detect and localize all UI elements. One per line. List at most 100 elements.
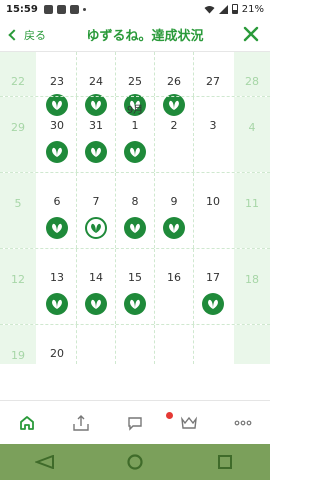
calendar-day[interactable]: 6 [38, 173, 76, 248]
calendar-day[interactable]: 23 [38, 52, 76, 116]
weekend-column-saturday: 18 [234, 249, 270, 324]
leaf-icon [130, 299, 140, 309]
sunday-date: 12 [11, 273, 25, 286]
day-number: 31 [89, 119, 103, 132]
back-triangle-icon [35, 455, 54, 469]
achievement-stamp-icon [46, 141, 68, 163]
notification-icons [43, 4, 86, 14]
weekend-column-sunday: 19 [0, 325, 36, 364]
saturday-date: 18 [245, 273, 259, 286]
weekend-column-sunday: 22 [0, 52, 36, 96]
day-number: 7 [92, 195, 100, 208]
leaf-icon [52, 147, 62, 157]
wifi-icon [204, 5, 215, 13]
month-label: 9月 [126, 105, 144, 116]
calendar-day[interactable]: 17 [193, 249, 232, 324]
weekend-column-saturday: 28 [234, 52, 270, 96]
calendar-day[interactable]: 14 [76, 249, 115, 324]
home-circle-icon [127, 454, 143, 470]
saturday-date: 28 [245, 75, 259, 88]
back-label: 戻る [24, 28, 46, 42]
day-number: 27 [206, 75, 220, 88]
weekend-column-saturday [234, 325, 270, 364]
calendar-day[interactable]: 30 [38, 97, 76, 172]
leaf-icon [130, 147, 140, 157]
recents-square-icon [218, 455, 232, 469]
calendar-day[interactable]: 16 [154, 249, 193, 324]
day-number: 9 [170, 195, 178, 208]
leaf-icon [169, 223, 179, 233]
achievement-stamp-icon [163, 217, 185, 239]
battery-icon [231, 4, 238, 14]
leaf-icon [91, 223, 101, 233]
day-number: 3 [209, 119, 217, 132]
calendar-day[interactable]: 25 [115, 52, 154, 116]
day-number: 10 [206, 195, 220, 208]
leaf-icon [130, 223, 140, 233]
calendar-day[interactable]: 13 [38, 249, 76, 324]
notification-icon [56, 4, 66, 14]
day-number: 15 [128, 271, 142, 284]
nav-upload[interactable] [54, 414, 108, 432]
battery-level: 21% [241, 3, 264, 15]
nav-ranking[interactable] [162, 414, 216, 432]
system-back-button[interactable] [35, 452, 55, 472]
calendar-day [76, 325, 115, 364]
nav-home[interactable] [0, 414, 54, 432]
day-number: 16 [167, 271, 181, 284]
calendar-day[interactable]: 15 [115, 249, 154, 324]
notification-icon [69, 4, 79, 14]
more-icon [234, 420, 252, 425]
calendar-day[interactable]: 10 [193, 173, 232, 248]
close-icon[interactable] [242, 25, 260, 43]
back-button[interactable]: 戻る [0, 27, 46, 43]
achievement-stamp-icon [202, 293, 224, 315]
calendar-day[interactable]: 3 [193, 97, 232, 172]
bottom-navigation [0, 400, 270, 444]
calendar-day[interactable]: 9月 1 [115, 97, 154, 172]
page-title: ゆずるね。達成状況 [86, 29, 204, 44]
calendar-week-row: 29 30 31 9月 1 2 3 4 [0, 96, 270, 172]
day-number: 30 [50, 119, 64, 132]
calendar-day[interactable]: 27 [193, 52, 232, 96]
weekend-column-saturday: 4 [234, 97, 270, 172]
home-icon [20, 415, 34, 430]
signal-icon [218, 4, 228, 14]
achievement-stamp-icon [124, 217, 146, 239]
crown-icon [181, 416, 197, 429]
calendar-day[interactable]: 7 [76, 173, 115, 248]
leaf-icon [52, 299, 62, 309]
sunday-date: 5 [14, 197, 22, 210]
day-number: 6 [53, 195, 61, 208]
sunday-date: 22 [11, 75, 25, 88]
chevron-left-icon [8, 28, 20, 41]
calendar-day[interactable]: 8 [115, 173, 154, 248]
day-number: 2 [170, 119, 178, 132]
leaf-icon [91, 299, 101, 309]
calendar-day[interactable]: 20 [38, 325, 76, 364]
notification-icon [43, 4, 53, 14]
day-number: 26 [167, 75, 181, 88]
calendar-day[interactable]: 31 [76, 97, 115, 172]
nav-chat[interactable] [108, 411, 173, 432]
system-home-button[interactable] [125, 452, 145, 472]
calendar-week-row: 12 13 14 15 16 17 18 [0, 248, 270, 324]
calendar-day[interactable]: 26 [154, 52, 193, 116]
nav-more[interactable] [216, 414, 270, 432]
achievement-calendar: 22 23 24 25 26 27 28 29 30 31 9月 1 2 3 4 … [0, 52, 270, 400]
sunday-date: 19 [11, 349, 25, 362]
leaf-icon [91, 147, 101, 157]
more-notifications-icon [82, 7, 86, 11]
system-navigation-bar [0, 444, 270, 480]
day-number: 20 [50, 347, 64, 360]
day-number: 1 [131, 119, 139, 132]
calendar-day[interactable]: 2 [154, 97, 193, 172]
weekend-column-sunday: 29 [0, 97, 36, 172]
system-recents-button[interactable] [215, 452, 235, 472]
achievement-stamp-icon [85, 293, 107, 315]
achievement-stamp-icon [124, 141, 146, 163]
calendar-day[interactable]: 24 [76, 52, 115, 116]
status-bar: 15:59 21% [0, 0, 270, 18]
calendar-day[interactable]: 9 [154, 173, 193, 248]
weekend-column-sunday: 12 [0, 249, 36, 324]
